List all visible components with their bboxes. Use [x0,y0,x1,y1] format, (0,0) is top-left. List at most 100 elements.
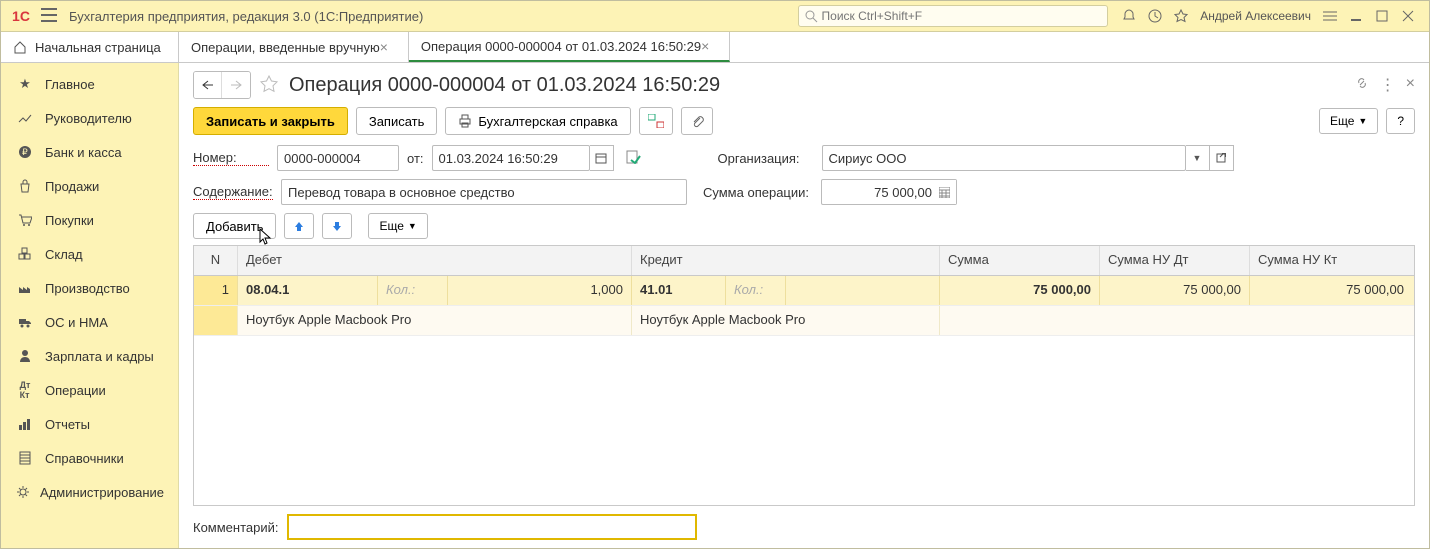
sidebar-item-purchases[interactable]: Покупки [1,203,178,237]
print-icon [458,114,472,128]
favorite-star-icon[interactable] [259,74,279,97]
help-button[interactable]: ? [1386,108,1415,134]
cell-n [194,306,238,335]
from-label: от: [407,151,424,166]
print-button[interactable]: Бухгалтерская справка [445,107,630,135]
close-panel-icon[interactable]: × [1406,75,1415,96]
cart-icon [15,213,35,227]
table-row[interactable]: 1 08.04.1 Кол.: 1,000 41.01 Кол.: 75 000… [194,276,1414,306]
move-down-button[interactable] [322,213,352,239]
col-n[interactable]: N [194,246,238,275]
sidebar-item-production[interactable]: Производство [1,271,178,305]
cell-qty-label: Кол.: [726,276,786,305]
tab-operation-doc[interactable]: Операция 0000-000004 от 01.03.2024 16:50… [409,32,730,62]
gear-icon [15,485,30,499]
table-more-button[interactable]: Еще ▼ [368,213,427,239]
sidebar: ★Главное Руководителю ₽Банк и касса Прод… [1,63,179,548]
user-name[interactable]: Андрей Алексеевич [1200,9,1311,23]
settings-lines-icon[interactable] [1319,5,1341,27]
cell-debit-qty[interactable]: 1,000 [448,276,632,305]
app-logo: 1C [9,4,33,28]
sidebar-item-assets[interactable]: ОС и НМА [1,305,178,339]
cell-debit-desc[interactable]: Ноутбук Apple Macbook Pro [238,306,632,335]
back-button[interactable] [194,72,222,98]
calculator-icon[interactable] [932,180,956,204]
col-sum-dt[interactable]: Сумма НУ Дт [1100,246,1250,275]
svg-text:₽: ₽ [22,147,28,157]
tab-close-icon[interactable]: × [701,38,709,54]
cell-credit-account[interactable]: 41.01 [632,276,726,305]
cell-sum[interactable]: 75 000,00 [940,276,1100,305]
add-row-button[interactable]: Добавить [193,213,276,239]
maximize-icon[interactable] [1371,5,1393,27]
chart-bar-icon [15,417,35,431]
post-status-icon[interactable] [626,150,642,167]
search-input[interactable] [822,9,1102,23]
close-icon[interactable] [1397,5,1419,27]
tab-operations-list[interactable]: Операции, введенные вручную × [179,32,409,62]
sidebar-item-warehouse[interactable]: Склад [1,237,178,271]
tab-close-icon[interactable]: × [380,39,388,55]
col-credit[interactable]: Кредит [632,246,940,275]
save-close-button[interactable]: Записать и закрыть [193,107,348,135]
org-label: Организация: [718,151,814,166]
menu-icon[interactable] [41,8,57,25]
star-icon[interactable] [1170,5,1192,27]
minimize-icon[interactable] [1345,5,1367,27]
comment-input[interactable] [287,514,697,540]
history-icon[interactable] [1144,5,1166,27]
link-icon[interactable] [1354,75,1370,96]
org-input[interactable] [822,145,1186,171]
cell-credit-desc[interactable]: Ноутбук Apple Macbook Pro [632,306,940,335]
sidebar-item-bank[interactable]: ₽Банк и касса [1,135,178,169]
sidebar-item-reports[interactable]: Отчеты [1,407,178,441]
global-search[interactable] [798,5,1108,27]
sidebar-item-salary[interactable]: Зарплата и кадры [1,339,178,373]
arrow-down-icon [331,220,343,232]
col-debit[interactable]: Дебет [238,246,632,275]
dtct-icon: ДтКт [15,380,35,400]
cell-credit-qty[interactable] [786,276,940,305]
sidebar-item-admin[interactable]: Администрирование [1,475,178,509]
content-label: Содержание: [193,184,273,200]
move-up-button[interactable] [284,213,314,239]
forward-button[interactable] [222,72,250,98]
more-dots-icon[interactable]: ⋮ [1380,75,1396,96]
attach-button[interactable] [681,107,713,135]
sidebar-item-catalogs[interactable]: Справочники [1,441,178,475]
tab-home[interactable]: Начальная страница [1,32,179,62]
more-button[interactable]: Еще ▼ [1319,108,1378,134]
ruble-icon: ₽ [15,145,35,159]
sidebar-item-operations[interactable]: ДтКтОперации [1,373,178,407]
sidebar-item-sales[interactable]: Продажи [1,169,178,203]
date-input[interactable] [432,145,590,171]
content-input[interactable] [281,179,687,205]
boxes-icon [15,247,35,261]
bell-icon[interactable] [1118,5,1140,27]
titlebar: 1C Бухгалтерия предприятия, редакция 3.0… [1,1,1429,32]
cell-qty-label: Кол.: [378,276,448,305]
app-title: Бухгалтерия предприятия, редакция 3.0 (1… [69,9,423,24]
cell-sum-dt[interactable]: 75 000,00 [1100,276,1250,305]
search-icon [805,10,817,23]
cell-sum-kt[interactable]: 75 000,00 [1250,276,1414,305]
tab-home-label: Начальная страница [35,40,161,55]
sidebar-item-main[interactable]: ★Главное [1,67,178,101]
col-sum[interactable]: Сумма [940,246,1100,275]
tabbar: Начальная страница Операции, введенные в… [1,32,1429,63]
calendar-icon[interactable] [590,145,614,171]
col-sum-kt[interactable]: Сумма НУ Кт [1250,246,1414,275]
save-button[interactable]: Записать [356,107,438,135]
bag-icon [15,179,35,193]
dropdown-icon[interactable]: ▼ [1186,145,1210,171]
book-icon [15,451,35,465]
main-area: Операция 0000-000004 от 01.03.2024 16:50… [179,63,1429,548]
table-row[interactable]: Ноутбук Apple Macbook Pro Ноутбук Apple … [194,306,1414,336]
open-ref-icon[interactable] [1210,145,1234,171]
chart-line-icon [15,111,35,125]
number-input[interactable] [277,145,399,171]
cell-debit-account[interactable]: 08.04.1 [238,276,378,305]
truck-icon [15,315,35,329]
dtct-button[interactable] [639,107,673,135]
sidebar-item-manager[interactable]: Руководителю [1,101,178,135]
